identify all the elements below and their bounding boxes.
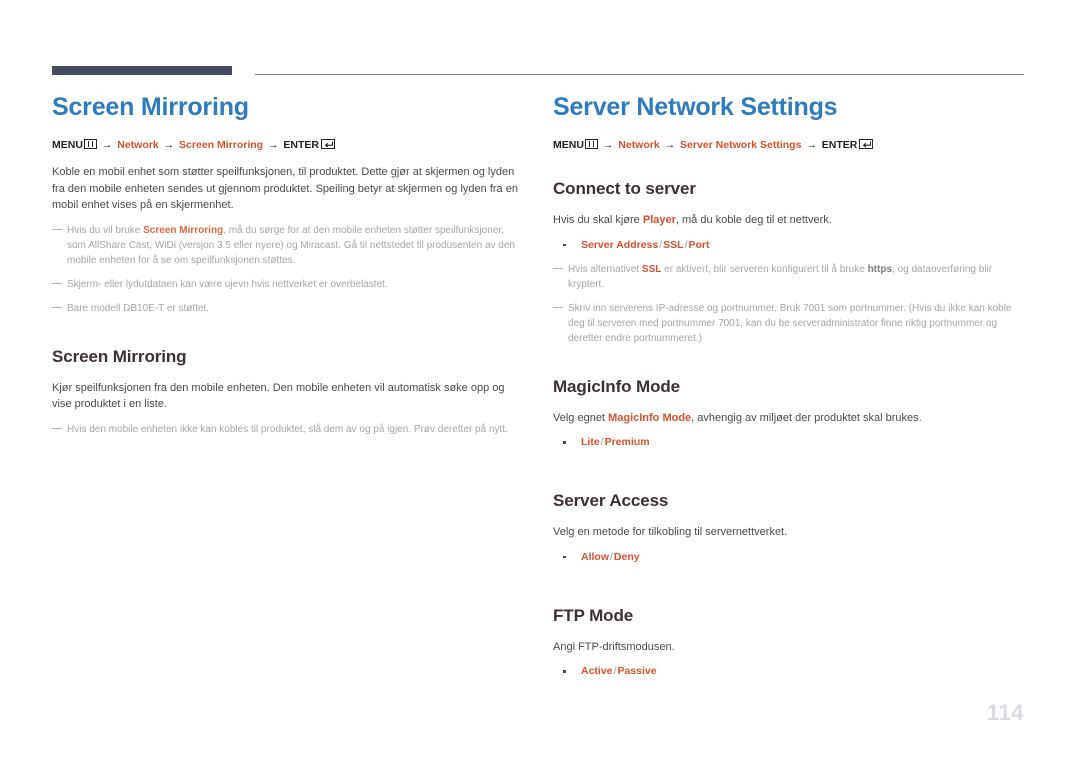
page-number: 114	[987, 700, 1024, 725]
arrow-icon-3: →	[806, 139, 817, 151]
note-text: Hvis den mobile enheten ikke kan kobles …	[67, 423, 508, 435]
section-heading-screen-mirroring: Screen Mirroring	[52, 346, 187, 366]
menu-step-network: Network	[117, 139, 159, 151]
enter-label: ENTER	[283, 139, 320, 151]
option-item-server-address: Server Address/SSL/Port	[553, 238, 1023, 253]
option-part: Premium	[604, 436, 650, 448]
note-text-pre: Hvis alternativet	[568, 263, 642, 275]
note-text-pre: Skjerm- eller lydutdataen kan være ujevn…	[67, 278, 388, 290]
note-item: Hvis alternativet SSL er aktivert, blir …	[553, 262, 1023, 292]
note-highlight: Screen Mirroring	[143, 224, 224, 236]
option-part: Lite	[581, 436, 600, 448]
option-item-ftp-mode: Active/Passive	[553, 664, 1023, 679]
menu-path-left: MENU → Network → Screen Mirroring → ENTE…	[52, 138, 522, 152]
left-column: Screen Mirroring MENU → Network → Screen…	[52, 92, 522, 437]
arrow-icon-3: →	[268, 139, 279, 151]
note-item: Skriv inn serverens IP-adresse og portnu…	[553, 301, 1023, 346]
arrow-icon-1: →	[602, 139, 614, 151]
section-body-magicinfo-mode: Velg egnet MagicInfo Mode, avhengig av m…	[553, 410, 1023, 427]
note-item: Skjerm- eller lydutdataen kan være ujevn…	[52, 277, 522, 292]
intro-paragraph-left: Koble en mobil enhet som støtter speilfu…	[52, 166, 518, 211]
option-part: Deny	[613, 550, 640, 563]
option-part: SSL	[663, 238, 684, 251]
section-body-connect-to-server: Hvis du skal kjøre Player, må du koble d…	[553, 212, 1023, 229]
menu-label: MENU	[553, 139, 584, 151]
section-body-ftp-mode: Angi FTP-driftsmodusen.	[553, 639, 1023, 656]
menu-step-network: Network	[618, 139, 660, 151]
body-highlight-player: Player	[642, 214, 676, 226]
section-body-screen-mirroring: Kjør speilfunksjonen fra den mobile enhe…	[52, 381, 505, 411]
arrow-icon-2: →	[163, 139, 175, 151]
page-title-right: Server Network Settings	[553, 93, 838, 121]
body-text-pre: Velg en metode for tilkobling til server…	[553, 526, 788, 538]
note-text-pre: Hvis du vil bruke	[67, 224, 144, 236]
menu-path-right: MENU → Network → Server Network Settings…	[553, 138, 1023, 152]
menu-icon	[584, 139, 598, 149]
note-text-pre: Bare modell DB10E-T er støttet.	[67, 302, 210, 314]
note-text: Skriv inn serverens IP-adresse og portnu…	[568, 302, 1012, 344]
option-part: Allow	[581, 550, 609, 563]
header-rule	[52, 66, 1024, 76]
note-item: Hvis du vil bruke Screen Mirroring, må d…	[52, 223, 522, 268]
section-heading-connect-to-server: Connect to server	[553, 179, 696, 198]
body-highlight-magicinfo-mode: MagicInfo Mode	[608, 411, 692, 424]
header-rule-bar	[52, 66, 232, 75]
option-part: Server Address	[581, 238, 659, 251]
enter-return-icon	[321, 139, 336, 149]
page-title-left: Screen Mirroring	[52, 93, 249, 121]
option-part: Active	[581, 665, 613, 677]
menu-step-server-network-settings: Server Network Settings	[680, 139, 802, 151]
enter-return-icon	[859, 139, 874, 149]
note-highlight-ssl: SSL	[641, 263, 662, 275]
option-part: Passive	[617, 665, 657, 677]
manual-page: Screen Mirroring MENU → Network → Screen…	[0, 0, 1080, 763]
note-item: Bare modell DB10E-T er støttet.	[52, 301, 522, 316]
option-item-magicinfo-mode: Lite/Premium	[553, 435, 1023, 450]
section-heading-server-access: Server Access	[553, 491, 669, 510]
option-item-server-access: Allow/Deny	[553, 550, 1023, 565]
right-column: Server Network Settings MENU → Network →…	[553, 92, 1023, 679]
body-text-post: , avhengig av miljøet der produktet skal…	[691, 411, 922, 424]
body-text-pre: Angi FTP-driftsmodusen.	[553, 640, 675, 653]
option-part: Port	[688, 238, 710, 251]
section-body-server-access: Velg en metode for tilkobling til server…	[553, 524, 1023, 541]
note-text-mid: er aktivert, blir serveren konfigurert t…	[661, 263, 868, 275]
section-heading-magicinfo-mode: MagicInfo Mode	[553, 376, 681, 396]
menu-icon	[83, 139, 97, 149]
arrow-icon-1: →	[101, 139, 113, 151]
menu-label: MENU	[52, 139, 83, 151]
body-text-post: , må du koble deg til et nettverk.	[675, 214, 832, 226]
body-text-pre: Hvis du skal kjøre	[553, 214, 643, 226]
body-text-pre: Velg egnet	[553, 411, 609, 424]
enter-label: ENTER	[821, 139, 858, 151]
header-rule-hairline	[255, 74, 1024, 75]
menu-step-screen-mirroring: Screen Mirroring	[179, 139, 264, 151]
note-item: Hvis den mobile enheten ikke kan kobles …	[52, 422, 522, 437]
arrow-icon-2: →	[664, 139, 676, 151]
note-bold-https: https	[867, 263, 893, 275]
section-heading-ftp-mode: FTP Mode	[553, 605, 634, 625]
